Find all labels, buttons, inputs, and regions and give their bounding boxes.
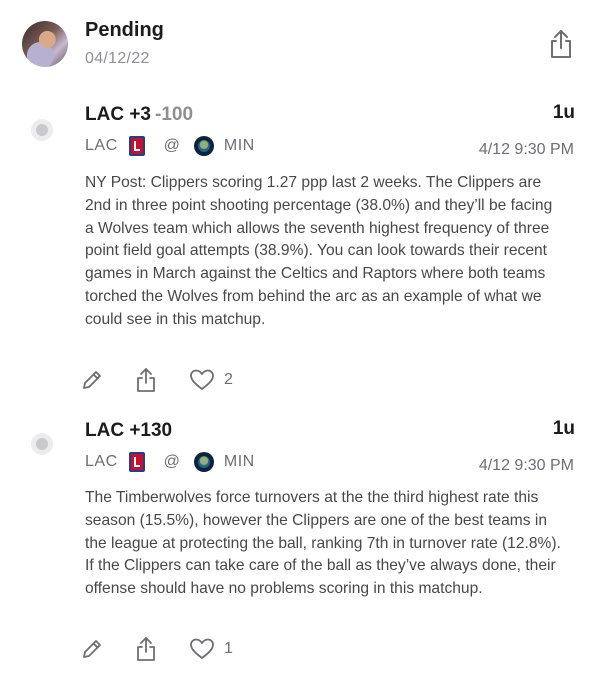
pencil-icon <box>83 640 101 658</box>
pick-card: LAC +130 1u LAC @ MIN 4/12 9:30 PM The T… <box>0 0 603 680</box>
pick-analysis: The Timberwolves force turnovers at the … <box>85 489 561 598</box>
heart-icon <box>190 638 214 659</box>
like-button[interactable] <box>188 635 216 663</box>
at-symbol: @ <box>163 453 180 470</box>
away-team: LAC <box>85 453 118 470</box>
matchup: LAC @ MIN <box>85 451 255 473</box>
pick-title: LAC +130 <box>85 420 176 442</box>
game-time: 4/12 9:30 PM <box>478 457 574 474</box>
timberwolves-logo-icon <box>193 452 214 472</box>
pick-actions: 1 <box>78 635 233 663</box>
share-icon <box>137 637 155 661</box>
pick-radio[interactable] <box>31 433 53 455</box>
bet-label: LAC +130 <box>85 420 173 441</box>
share-button[interactable] <box>132 635 160 663</box>
home-team: MIN <box>223 453 255 470</box>
like-count: 1 <box>224 640 233 657</box>
bet-units: 1u <box>552 418 575 439</box>
clippers-logo-icon <box>128 452 146 472</box>
edit-button[interactable] <box>78 635 106 663</box>
